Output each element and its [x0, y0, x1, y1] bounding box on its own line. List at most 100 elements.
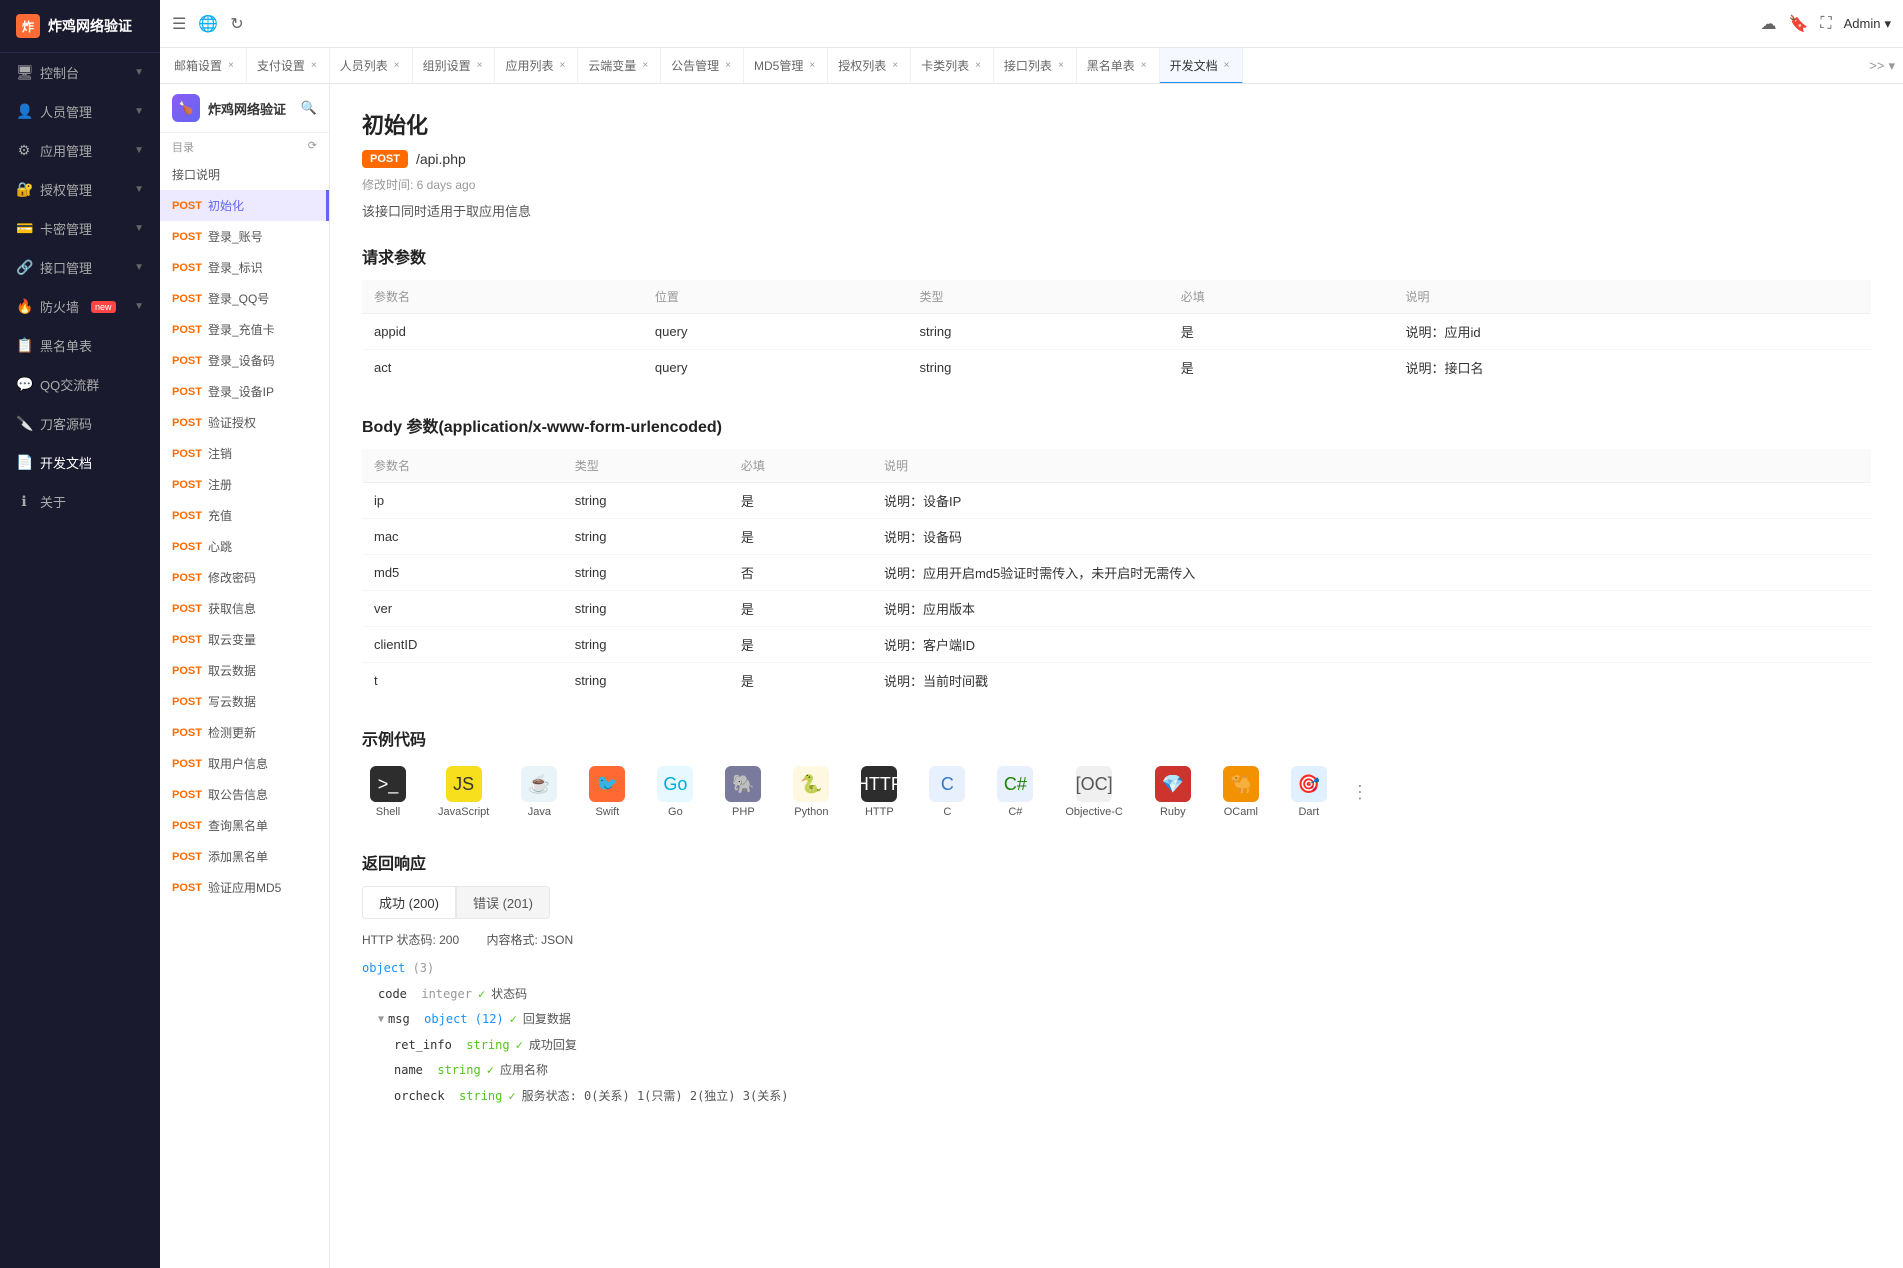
left-nav-item-取云变量[interactable]: POST 取云变量	[160, 624, 329, 655]
code-lang-http[interactable]: HTTP HTTP	[853, 762, 905, 822]
nav-method: POST	[172, 758, 202, 770]
left-nav-item-取用户信息[interactable]: POST 取用户信息	[160, 748, 329, 779]
tab-人员列表[interactable]: 人员列表×	[330, 48, 413, 83]
tab-close[interactable]: ×	[1222, 58, 1232, 73]
code-lang-swift[interactable]: 🐦 Swift	[581, 762, 633, 822]
code-lang-more[interactable]: ⋮	[1351, 782, 1369, 803]
code-lang-php[interactable]: 🐘 PHP	[717, 762, 769, 822]
tab-close[interactable]: ×	[226, 58, 236, 73]
left-nav-item-登录_充值卡[interactable]: POST 登录_充值卡	[160, 314, 329, 345]
tab-支付设置[interactable]: 支付设置×	[247, 48, 330, 83]
tab-卡类列表[interactable]: 卡类列表×	[911, 48, 994, 83]
menu-icon[interactable]: ☰	[172, 14, 186, 34]
tab-授权列表[interactable]: 授权列表×	[828, 48, 911, 83]
json-row-msg: ▼ msg object (12) ✓ 回复数据	[378, 1007, 1871, 1033]
sidebar-item-app-mgmt[interactable]: ⚙ 应用管理 ▼	[0, 131, 160, 170]
code-lang-javascript[interactable]: JS JavaScript	[430, 762, 497, 822]
left-nav-item-验证授权[interactable]: POST 验证授权	[160, 407, 329, 438]
tab-close[interactable]: ×	[723, 58, 733, 73]
left-nav-item-初始化[interactable]: POST 初始化	[160, 190, 329, 221]
left-nav-item-验证应用MD5[interactable]: POST 验证应用MD5	[160, 872, 329, 903]
sidebar-item-user-mgmt[interactable]: 👤 人员管理 ▼	[0, 92, 160, 131]
left-nav-item-修改密码[interactable]: POST 修改密码	[160, 562, 329, 593]
left-nav-item-取云数据[interactable]: POST 取云数据	[160, 655, 329, 686]
cloud-icon[interactable]: ☁	[1760, 14, 1776, 34]
response-tab-错误 (201)[interactable]: 错误 (201)	[456, 886, 550, 919]
code-lang-c[interactable]: C C	[921, 762, 973, 822]
code-lang-python[interactable]: 🐍 Python	[785, 762, 837, 822]
code-lang-ocaml[interactable]: 🐪 OCaml	[1215, 762, 1267, 822]
nav-method: POST	[172, 200, 202, 212]
tab-开发文档[interactable]: 开发文档×	[1160, 48, 1243, 84]
sidebar-item-blacklist[interactable]: 📋 黑名单表	[0, 326, 160, 365]
left-panel-search-icon[interactable]: 🔍	[301, 100, 317, 116]
tab-云端变量[interactable]: 云端变量 ×	[578, 48, 661, 83]
tab-close[interactable]: ×	[557, 58, 567, 73]
left-nav-item-获取信息[interactable]: POST 获取信息	[160, 593, 329, 624]
tab-应用列表[interactable]: 应用列表×	[495, 48, 578, 83]
code-lang-dart[interactable]: 🎯 Dart	[1283, 762, 1335, 822]
left-panel-collapse[interactable]: ⟳	[308, 139, 317, 152]
tab-close[interactable]: ×	[1139, 58, 1149, 73]
sidebar-item-knife-src[interactable]: 🔪 刀客源码	[0, 404, 160, 443]
left-nav-item-心跳[interactable]: POST 心跳	[160, 531, 329, 562]
sidebar-item-card-mgmt[interactable]: 💳 卡密管理 ▼	[0, 209, 160, 248]
left-nav-item-查询黑名单[interactable]: POST 查询黑名单	[160, 810, 329, 841]
sidebar-item-qq-group[interactable]: 💬 QQ交流群	[0, 365, 160, 404]
left-nav-item-注销[interactable]: POST 注销	[160, 438, 329, 469]
tab-组别设置[interactable]: 组别设置×	[413, 48, 496, 83]
left-nav-item-充值[interactable]: POST 充值	[160, 500, 329, 531]
sidebar-item-console[interactable]: 🖥 控制台 ▼	[0, 53, 160, 92]
tab-公告管理[interactable]: 公告管理×	[661, 48, 744, 83]
tab-close[interactable]: ×	[890, 58, 900, 73]
left-nav-item-登录_标识[interactable]: POST 登录_标识	[160, 252, 329, 283]
left-nav-item-添加黑名单[interactable]: POST 添加黑名单	[160, 841, 329, 872]
sidebar-label-user-mgmt: 人员管理	[40, 102, 92, 121]
left-nav-item-登录_设备码[interactable]: POST 登录_设备码	[160, 345, 329, 376]
code-lang-go[interactable]: Go Go	[649, 762, 701, 822]
refresh-icon[interactable]: ↻	[230, 14, 243, 34]
sidebar-item-firewall[interactable]: 🔥 防火墙 new ▼	[0, 287, 160, 326]
left-nav-item-登录_设备IP[interactable]: POST 登录_设备IP	[160, 376, 329, 407]
left-nav-item-接口说明[interactable]: 接口说明	[160, 159, 329, 190]
left-nav-item-登录_QQ号[interactable]: POST 登录_QQ号	[160, 283, 329, 314]
left-nav-item-检测更新[interactable]: POST 检测更新	[160, 717, 329, 748]
sidebar-icon-qq-group: 💬	[16, 376, 32, 393]
nav-label: 登录_充值卡	[208, 321, 275, 338]
tab-close[interactable]: ×	[309, 58, 319, 73]
code-lang-java[interactable]: ☕ Java	[513, 762, 565, 822]
sidebar-item-auth-mgmt[interactable]: 🔐 授权管理 ▼	[0, 170, 160, 209]
code-lang-objc[interactable]: [OC] Objective-C	[1057, 762, 1130, 822]
expand-icon[interactable]: ⛶	[1820, 15, 1831, 33]
tab-close[interactable]: ×	[640, 58, 650, 73]
sidebar-item-about[interactable]: ℹ 关于	[0, 482, 160, 521]
doc-endpoint: POST /api.php	[362, 150, 1871, 168]
code-lang-ruby[interactable]: 💎 Ruby	[1147, 762, 1199, 822]
tabs-dropdown[interactable]: ▾	[1888, 58, 1895, 74]
left-nav-item-登录_账号[interactable]: POST 登录_账号	[160, 221, 329, 252]
bookmark-icon[interactable]: 🔖	[1788, 14, 1808, 34]
left-nav-item-注册[interactable]: POST 注册	[160, 469, 329, 500]
code-lang-shell[interactable]: >_ Shell	[362, 762, 414, 822]
left-nav-item-取公告信息[interactable]: POST 取公告信息	[160, 779, 329, 810]
globe-icon[interactable]: 🌐	[198, 14, 218, 34]
sidebar-icon-dev-docs: 📄	[16, 454, 32, 471]
tabs-more[interactable]: >>	[1869, 58, 1884, 73]
user-menu[interactable]: Admin ▾	[1844, 16, 1891, 32]
sidebar-item-dev-docs[interactable]: 📄 开发文档	[0, 443, 160, 482]
tab-close[interactable]: ×	[392, 58, 402, 73]
code-lang-csharp[interactable]: C# C#	[989, 762, 1041, 822]
tab-邮箱设置[interactable]: 邮箱设置×	[164, 48, 247, 83]
tab-黑名单表[interactable]: 黑名单表×	[1077, 48, 1160, 83]
tab-接口列表[interactable]: 接口列表×	[994, 48, 1077, 83]
tab-close[interactable]: ×	[807, 58, 817, 73]
sidebar-item-api-mgmt[interactable]: 🔗 接口管理 ▼	[0, 248, 160, 287]
response-tab-成功 (200)[interactable]: 成功 (200)	[362, 886, 456, 919]
tab-close[interactable]: ×	[973, 58, 983, 73]
tab-label: 云端变量	[588, 57, 636, 74]
tab-MD5管理[interactable]: MD5管理×	[744, 48, 828, 83]
tab-close[interactable]: ×	[1056, 58, 1066, 73]
json-expand[interactable]: ▼	[378, 1011, 384, 1029]
left-nav-item-写云数据[interactable]: POST 写云数据	[160, 686, 329, 717]
tab-close[interactable]: ×	[475, 58, 485, 73]
